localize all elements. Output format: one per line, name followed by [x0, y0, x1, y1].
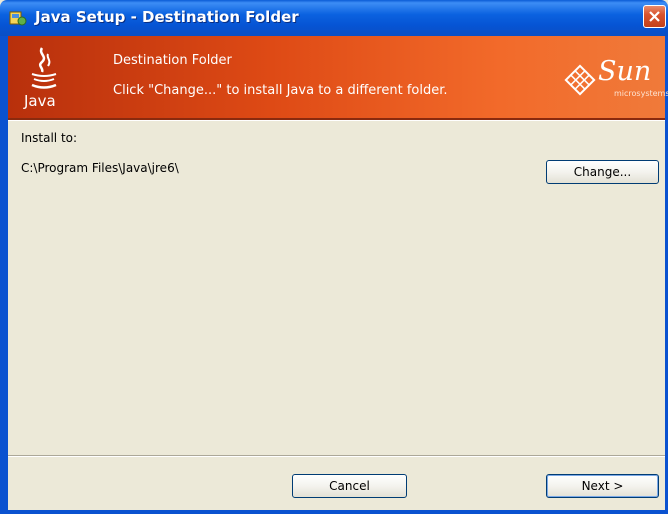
change-button[interactable]: Change...	[546, 160, 659, 184]
window-frame-bottom	[8, 510, 668, 514]
next-button[interactable]: Next >	[546, 474, 659, 498]
window-frame-left	[0, 36, 8, 514]
install-to-label: Install to:	[21, 131, 78, 145]
banner-description: Click "Change..." to install Java to a d…	[113, 83, 448, 98]
window-title: Java Setup - Destination Folder	[35, 8, 299, 26]
close-button[interactable]	[643, 5, 666, 28]
banner-divider	[8, 118, 665, 121]
sun-logo-text: Sun	[598, 56, 652, 87]
install-path-value: C:\Program Files\Java\jre6\	[21, 161, 179, 175]
java-logo-text: Java	[24, 92, 56, 110]
title-bar[interactable]: Java Setup - Destination Folder	[0, 0, 668, 36]
close-icon	[649, 11, 660, 22]
banner-title: Destination Folder	[113, 53, 232, 68]
footer-divider	[8, 455, 665, 457]
cancel-button[interactable]: Cancel	[292, 474, 407, 498]
installer-icon	[9, 9, 27, 27]
sun-logo-subtext: microsystems	[614, 89, 668, 98]
